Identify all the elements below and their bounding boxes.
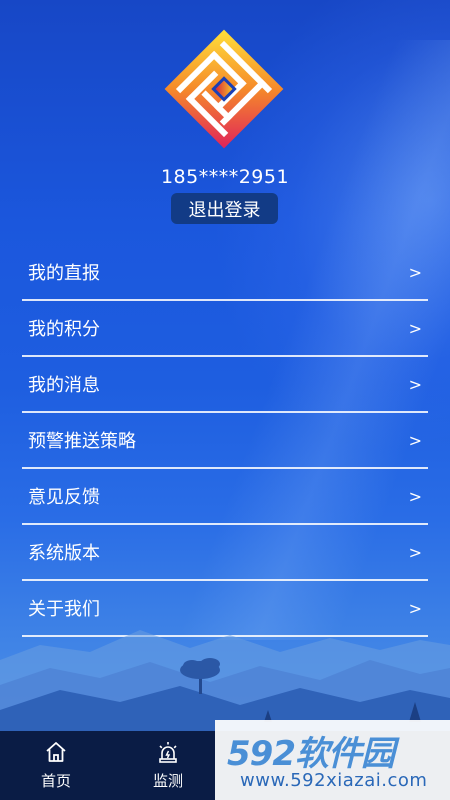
watermark-url: www.592xiazai.com xyxy=(240,770,428,791)
menu-item-label: 我的消息 xyxy=(28,375,100,396)
menu-item-my-points[interactable]: 我的积分 > xyxy=(22,301,428,357)
chevron-right-icon: > xyxy=(408,374,422,394)
settings-menu: 我的直报 > 我的积分 > 我的消息 > 预警推送策略 > 意见反馈 > 系统版… xyxy=(22,245,428,637)
menu-item-alert-push-policy[interactable]: 预警推送策略 > xyxy=(22,413,428,469)
menu-item-label: 系统版本 xyxy=(28,543,100,564)
tab-monitor[interactable]: 监测 xyxy=(112,731,224,800)
menu-item-my-messages[interactable]: 我的消息 > xyxy=(22,357,428,413)
mountain-scenery xyxy=(0,630,450,740)
chevron-right-icon: > xyxy=(408,486,422,506)
menu-item-label: 预警推送策略 xyxy=(28,431,136,452)
menu-item-my-reports[interactable]: 我的直报 > xyxy=(22,245,428,301)
menu-item-feedback[interactable]: 意见反馈 > xyxy=(22,469,428,525)
chevron-right-icon: > xyxy=(408,430,422,450)
logout-button[interactable]: 退出登录 xyxy=(171,193,278,224)
menu-item-label: 意见反馈 xyxy=(28,487,100,508)
menu-item-system-version[interactable]: 系统版本 > xyxy=(22,525,428,581)
alarm-icon xyxy=(159,742,177,763)
home-icon xyxy=(46,742,66,762)
chevron-right-icon: > xyxy=(408,542,422,562)
menu-item-label: 我的积分 xyxy=(28,319,100,340)
chevron-right-icon: > xyxy=(408,262,422,282)
watermark: 592软件园 www.592xiazai.com xyxy=(215,720,450,800)
chevron-right-icon: > xyxy=(408,318,422,338)
profile-screen: 185****2951 退出登录 我的直报 > 我的积分 > 我的消息 > 预警… xyxy=(0,0,450,800)
app-logo xyxy=(164,29,284,149)
tab-label: 监测 xyxy=(152,772,183,790)
user-phone: 185****2951 xyxy=(160,166,290,188)
tab-home[interactable]: 首页 xyxy=(0,731,112,800)
menu-item-label: 我的直报 xyxy=(28,263,100,284)
tab-label: 首页 xyxy=(40,772,71,790)
watermark-brand: 592软件园 xyxy=(227,734,395,774)
